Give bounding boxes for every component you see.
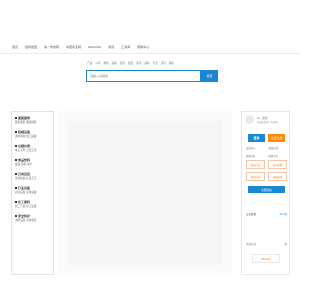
nav-item-news[interactable]: 新闻 [108, 45, 114, 49]
search-tabs: 产品 公司 求购 品牌 招商 展会 资讯 采购 行业 百科 图库 [87, 61, 174, 65]
category-group: 服装服饰 服装面料 服装辅料 [15, 115, 53, 126]
category-links[interactable]: 服装面料 服装辅料 [15, 120, 53, 126]
product-count: 356229 [252, 254, 280, 263]
category-links[interactable]: 商业设备 专用设备 [15, 190, 53, 196]
category-group: 仪器仪表 电子元件 五金工具 [15, 143, 53, 154]
category-links[interactable]: 消防设备 安防监控 [15, 218, 53, 224]
user-links: 会员中心 发布信息 采购专区 招商专区 [246, 146, 288, 160]
search-tab-investment[interactable]: 招商 [120, 61, 125, 65]
user-link-member-center[interactable]: 会员中心 [246, 146, 266, 152]
banner-area[interactable] [58, 111, 232, 275]
category-links[interactable]: 电子元件 五金工具 [15, 148, 53, 154]
nav-item-commerce[interactable]: 第一商务网 [44, 45, 59, 49]
search-tab-brands[interactable]: 品牌 [112, 61, 117, 65]
bullet-icon [15, 172, 17, 175]
nav-item-registry[interactable]: 工商库 [121, 45, 130, 49]
search-tab-products[interactable]: 产品 [87, 61, 92, 65]
top-navigation: 首页 招商加盟 第一商务网 中国商业网 ENGLISH 新闻 工商库 帮助中心 [12, 43, 288, 51]
search-tab-exhibition[interactable]: 展会 [128, 61, 133, 65]
category-group: 食品饮料 食品 饮料 茶叶 [15, 157, 53, 168]
banner-image-placeholder [68, 121, 222, 265]
category-group: 日用百货 家居用品 礼品工艺 [15, 171, 53, 182]
welcome-text: 欢迎来到第一商务网 [257, 122, 278, 124]
nav-item-business[interactable]: 中国商业网 [66, 45, 81, 49]
stats-bottom-right: 条 [284, 243, 287, 246]
category-group: 化工原料 化工产品 化工设备 [15, 199, 53, 210]
nav-item-help[interactable]: 帮助中心 [137, 45, 149, 49]
stats-value: 96.3万 [279, 213, 287, 216]
bullet-icon [15, 144, 17, 147]
search-tab-industry[interactable]: 行业 [153, 61, 158, 65]
bullet-icon [15, 158, 17, 161]
bullet-icon [15, 186, 17, 189]
tile-shop-decoration[interactable]: 商铺装修 [268, 172, 287, 181]
search-button[interactable]: 搜索 [201, 70, 218, 82]
product-stats: 已有产品 条 [246, 242, 287, 246]
user-link-post-info[interactable]: 发布信息 [269, 146, 289, 152]
tile-my-shop[interactable]: 我的店铺 [246, 172, 265, 181]
nav-item-home[interactable]: 首页 [12, 45, 18, 49]
tile-post-product[interactable]: 发布产品 [246, 160, 265, 169]
action-tiles: 发布产品 发布求购 我的店铺 商铺装修 [246, 160, 287, 181]
bullet-icon [15, 200, 17, 203]
tile-post-buying[interactable]: 发布求购 [268, 160, 287, 169]
category-group: 行业设备 商业设备 专用设备 [15, 185, 53, 196]
search-tab-procurement[interactable]: 采购 [144, 61, 149, 65]
category-links[interactable]: 化工产品 化工设备 [15, 204, 53, 210]
category-sidebar: 服装服饰 服装面料 服装辅料 机械设备 通用机械 加工设备 仪器仪表 电子元件 … [11, 111, 54, 275]
user-panel: Hi，您好！ 欢迎来到第一商务网 登录 免费注册 会员中心 发布信息 采购专区 … [241, 111, 290, 275]
stats-label: 会员数量 [246, 213, 257, 216]
search-input[interactable] [90, 71, 198, 81]
nav-item-english[interactable]: ENGLISH [88, 45, 101, 49]
search-tab-news[interactable]: 资讯 [136, 61, 141, 65]
stats-bottom-left: 已有产品 [246, 243, 257, 246]
search-tab-wiki[interactable]: 百科 [161, 61, 166, 65]
avatar [245, 115, 254, 124]
category-group: 机械设备 通用机械 加工设备 [15, 129, 53, 140]
register-button[interactable]: 免费注册 [268, 134, 285, 142]
category-links[interactable]: 家居用品 礼品工艺 [15, 176, 53, 182]
search-box [86, 70, 201, 82]
bullet-icon [15, 116, 17, 119]
search-tab-gallery[interactable]: 图库 [169, 61, 174, 65]
login-button[interactable]: 登录 [248, 134, 265, 142]
bullet-icon [15, 214, 17, 217]
member-stats: 会员数量 96.3万 [246, 212, 287, 216]
category-links[interactable]: 食品 饮料 茶叶 [15, 162, 53, 168]
nav-divider [0, 53, 300, 54]
category-links[interactable]: 通用机械 加工设备 [15, 134, 53, 140]
nav-item-join[interactable]: 招商加盟 [25, 45, 37, 49]
bullet-icon [15, 130, 17, 133]
search-tab-companies[interactable]: 公司 [95, 61, 100, 65]
search-tab-buying[interactable]: 求购 [103, 61, 108, 65]
free-site-button[interactable]: 免费建站 [248, 186, 285, 193]
category-group: 安全防护 消防设备 安防监控 [15, 213, 53, 224]
